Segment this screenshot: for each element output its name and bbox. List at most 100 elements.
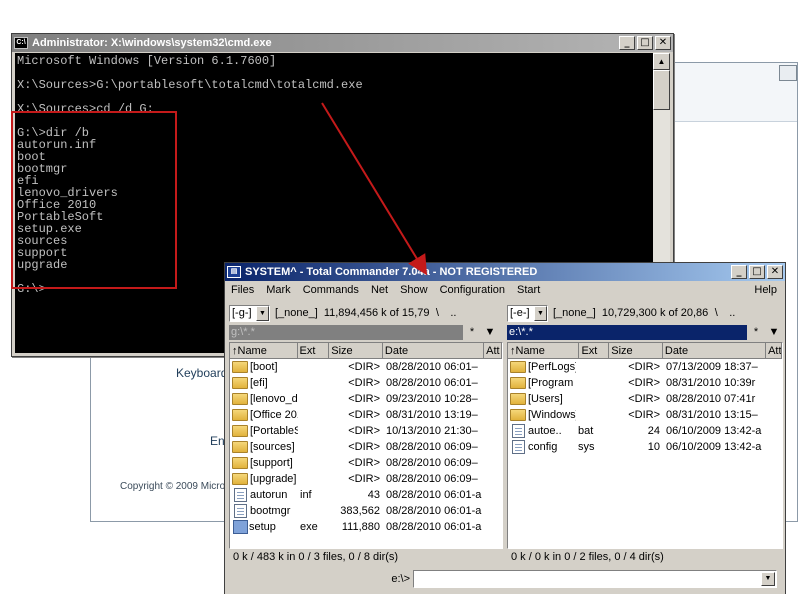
file-date: 06/10/2009 13:42-a [666, 441, 762, 453]
file-size: <DIR> [628, 377, 660, 389]
file-date: 08/31/2010 13:19– [386, 409, 478, 421]
file-name: config [528, 441, 558, 453]
col-attr[interactable]: Att [484, 343, 502, 358]
left-path[interactable]: g:\*.* [229, 325, 463, 340]
settings-file-icon [234, 488, 247, 502]
col-name[interactable]: ↑Name [230, 343, 298, 358]
tc-maximize-button[interactable]: □ [749, 265, 765, 279]
file-row[interactable]: [Program Fil..] <DIR> 08/31/2010 10:39r [508, 375, 782, 391]
file-row[interactable]: [sources] <DIR> 08/28/2010 06:09– [230, 439, 502, 455]
col-size[interactable]: Size [329, 343, 383, 358]
folder-icon [510, 361, 526, 373]
cmd-minimize-button[interactable]: _ [619, 36, 635, 50]
col-size[interactable]: Size [609, 343, 663, 358]
file-row[interactable]: setup exe 111,880 08/28/2010 06:01-a [230, 519, 502, 535]
file-ext: inf [300, 489, 312, 501]
file-name: [support] [250, 457, 293, 469]
left-root-button[interactable]: \ [429, 305, 445, 321]
file-name: [lenovo_dri..] [250, 393, 298, 405]
console-icon[interactable]: C:\ [14, 37, 28, 49]
col-date[interactable]: Date [383, 343, 485, 358]
menu-help[interactable]: Help [754, 284, 777, 296]
right-parent-button[interactable]: .. [724, 305, 740, 321]
file-size: <DIR> [348, 457, 380, 469]
tc-app-icon[interactable]: ▤ [227, 266, 241, 278]
right-history-button[interactable]: * [749, 325, 763, 340]
cmd-close-button[interactable]: ✕ [655, 36, 671, 50]
left-status: 0 k / 483 k in 0 / 3 files, 0 / 8 dir(s) [233, 551, 399, 563]
scroll-thumb[interactable] [653, 70, 670, 110]
col-attr[interactable]: Att [766, 343, 782, 358]
file-row[interactable]: [PortableSoft] <DIR> 10/13/2010 21:30– [230, 423, 502, 439]
file-size: <DIR> [348, 425, 380, 437]
file-icon [512, 440, 525, 454]
left-hotlist-icon[interactable]: ▼ [483, 325, 497, 340]
command-line: e:\> ▼ [225, 567, 785, 591]
chevron-down-icon[interactable]: ▼ [761, 572, 775, 586]
file-row[interactable]: [Office 2010] <DIR> 08/31/2010 13:19– [230, 407, 502, 423]
file-row[interactable]: config sys 10 06/10/2009 13:42-a [508, 439, 782, 455]
menu-start[interactable]: Start [517, 284, 540, 296]
folder-icon [232, 377, 248, 389]
left-parent-button[interactable]: .. [445, 305, 461, 321]
left-file-panel[interactable]: ↑Name Ext Size Date Att [boot] <DIR> 08/28… [229, 342, 503, 549]
file-date: 10/13/2010 21:30– [386, 425, 478, 437]
file-date: 08/28/2010 06:01– [386, 377, 478, 389]
file-row[interactable]: [Windows] <DIR> 08/31/2010 13:15– [508, 407, 782, 423]
col-date[interactable]: Date [663, 343, 767, 358]
menu-configuration[interactable]: Configuration [440, 284, 505, 296]
file-row[interactable]: [PerfLogs] <DIR> 07/13/2009 18:37– [508, 359, 782, 375]
file-size: <DIR> [348, 377, 380, 389]
exe-icon [233, 520, 248, 534]
left-free-space: 11,894,456 k of 15,79 [323, 307, 430, 319]
tc-close-button[interactable]: ✕ [767, 265, 783, 279]
file-row[interactable]: [support] <DIR> 08/28/2010 06:09– [230, 455, 502, 471]
file-name: autorun [250, 489, 288, 501]
chevron-down-icon[interactable]: ▼ [534, 305, 547, 321]
menu-net[interactable]: Net [371, 284, 388, 296]
file-row[interactable]: autoe.. bat 24 06/10/2009 13:42-a [508, 423, 782, 439]
folder-icon [232, 473, 248, 485]
cmd-title: Administrator: X:\windows\system32\cmd.e… [32, 37, 272, 49]
right-hotlist-icon[interactable]: ▼ [767, 325, 781, 340]
file-date: 08/31/2010 13:15– [666, 409, 758, 421]
menu-files[interactable]: Files [231, 284, 254, 296]
right-free-space: 10,729,300 k of 20,86 [601, 307, 709, 319]
file-date: 08/28/2010 06:01-a [386, 521, 482, 533]
left-drive-select[interactable]: [-g-] ▼ [229, 304, 270, 322]
file-row[interactable]: [boot] <DIR> 08/28/2010 06:01– [230, 359, 502, 375]
menu-commands[interactable]: Commands [303, 284, 359, 296]
tc-minimize-button[interactable]: _ [731, 265, 747, 279]
menu-show[interactable]: Show [400, 284, 428, 296]
file-date: 08/28/2010 06:01-a [386, 505, 482, 517]
setup-close-button[interactable] [779, 65, 797, 81]
file-name: [Program Fil..] [528, 377, 576, 389]
col-ext[interactable]: Ext [298, 343, 330, 358]
col-ext[interactable]: Ext [579, 343, 610, 358]
right-root-button[interactable]: \ [708, 305, 724, 321]
file-name: autoe.. [528, 425, 562, 437]
file-row[interactable]: [upgrade] <DIR> 08/28/2010 06:09– [230, 471, 502, 487]
cmd-maximize-button[interactable]: □ [637, 36, 653, 50]
file-name: [PortableSoft] [250, 425, 298, 437]
file-row[interactable]: bootmgr 383,562 08/28/2010 06:01-a [230, 503, 502, 519]
chevron-down-icon[interactable]: ▼ [256, 305, 269, 321]
left-history-button[interactable]: * [465, 325, 479, 340]
file-name: [Users] [528, 393, 563, 405]
command-line-input[interactable]: ▼ [413, 570, 777, 588]
right-path[interactable]: e:\*.* [507, 325, 747, 340]
right-drive-select[interactable]: [-e-] ▼ [507, 304, 548, 322]
tc-titlebar[interactable]: ▤ SYSTEM^ - Total Commander 7.04a - NOT … [225, 263, 785, 281]
scroll-up-icon[interactable]: ▲ [653, 53, 670, 70]
cmd-titlebar[interactable]: C:\ Administrator: X:\windows\system32\c… [12, 34, 673, 52]
folder-icon [510, 377, 526, 389]
file-row[interactable]: [efi] <DIR> 08/28/2010 06:01– [230, 375, 502, 391]
menu-mark[interactable]: Mark [266, 284, 290, 296]
file-row[interactable]: autorun inf 43 08/28/2010 06:01-a [230, 487, 502, 503]
file-icon [234, 504, 247, 518]
col-name[interactable]: ↑Name [508, 343, 580, 358]
file-row[interactable]: [Users] <DIR> 08/28/2010 07:41r [508, 391, 782, 407]
file-row[interactable]: [lenovo_dri..] <DIR> 09/23/2010 10:28– [230, 391, 502, 407]
right-file-panel[interactable]: ↑Name Ext Size Date Att [PerfLogs] <DIR> 0… [507, 342, 783, 549]
file-name: [upgrade] [250, 473, 297, 485]
